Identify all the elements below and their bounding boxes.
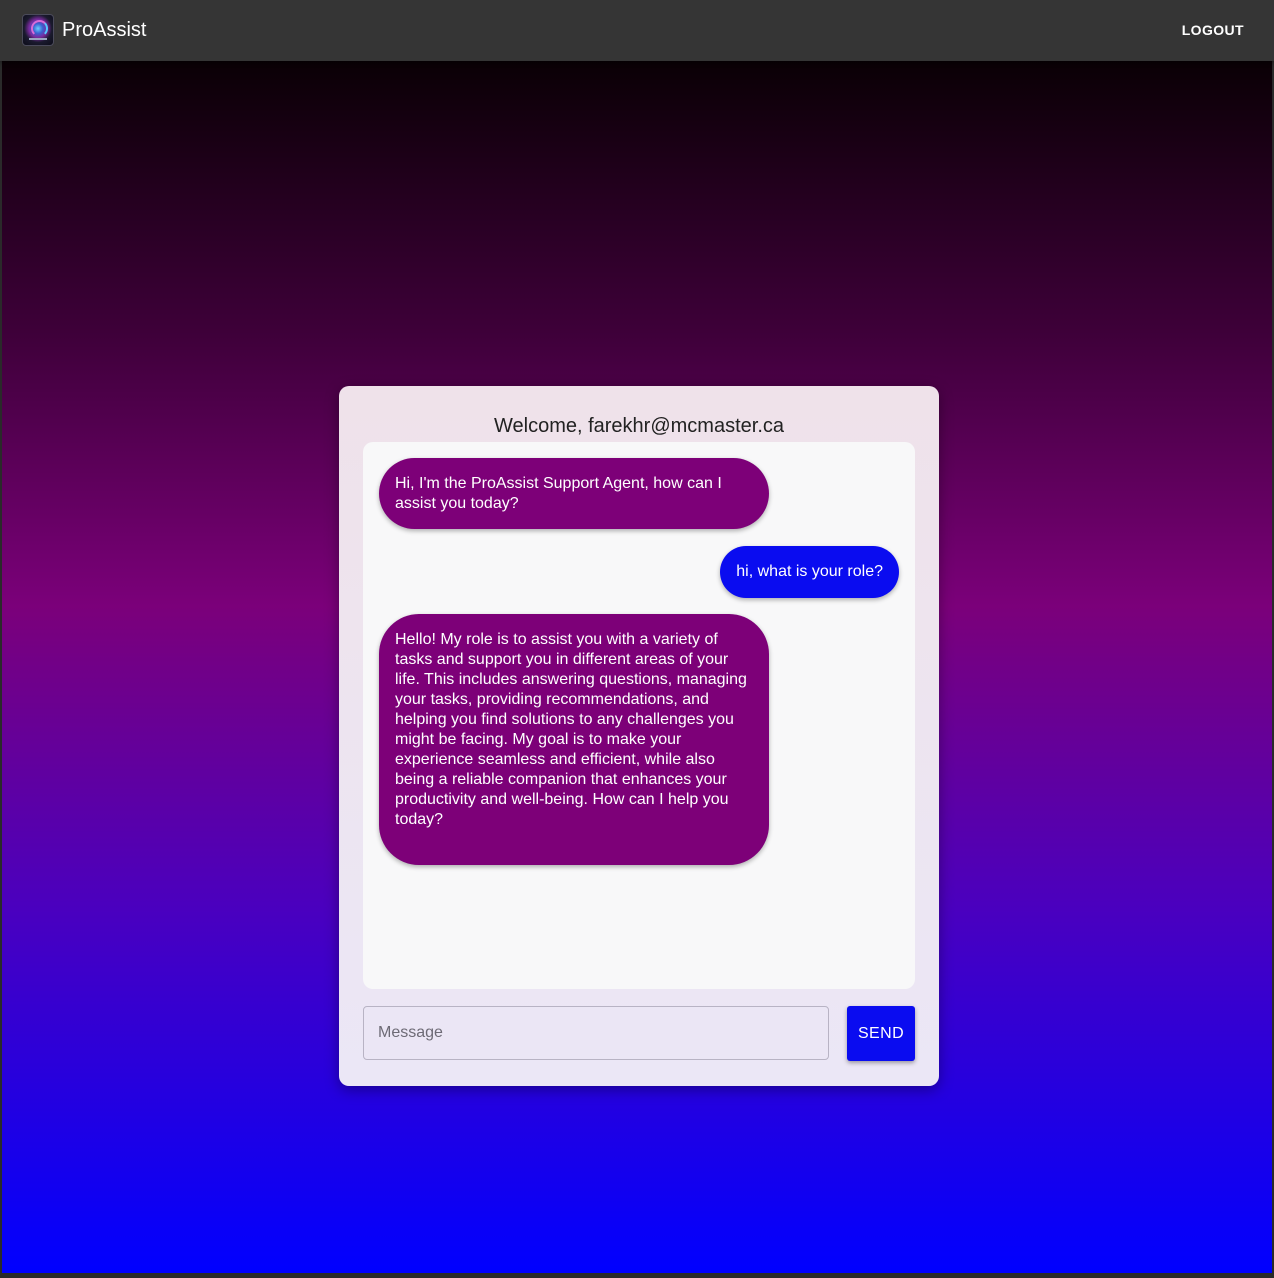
agent-message: Hello! My role is to assist you with a v… — [379, 614, 769, 865]
message-field[interactable] — [363, 1006, 829, 1060]
agent-message: Hi, I'm the ProAssist Support Agent, how… — [379, 458, 769, 529]
app-bar: ProAssist LOGOUT — [0, 0, 1274, 61]
user-message: hi, what is your role? — [720, 546, 899, 598]
chat-history[interactable]: Hi, I'm the ProAssist Support Agent, how… — [363, 442, 915, 989]
proassist-logo-icon — [22, 14, 54, 46]
page-background: Welcome, farekhr@mcmaster.ca Hi, I'm the… — [2, 61, 1272, 1273]
welcome-heading: Welcome, farekhr@mcmaster.ca — [493, 415, 784, 437]
app-title: ProAssist — [62, 19, 147, 41]
send-button[interactable]: SEND — [847, 1006, 915, 1061]
chat-card: Welcome, farekhr@mcmaster.ca Hi, I'm the… — [339, 386, 939, 1086]
logout-button[interactable]: LOGOUT — [1170, 14, 1256, 46]
message-input[interactable] — [364, 1007, 828, 1059]
